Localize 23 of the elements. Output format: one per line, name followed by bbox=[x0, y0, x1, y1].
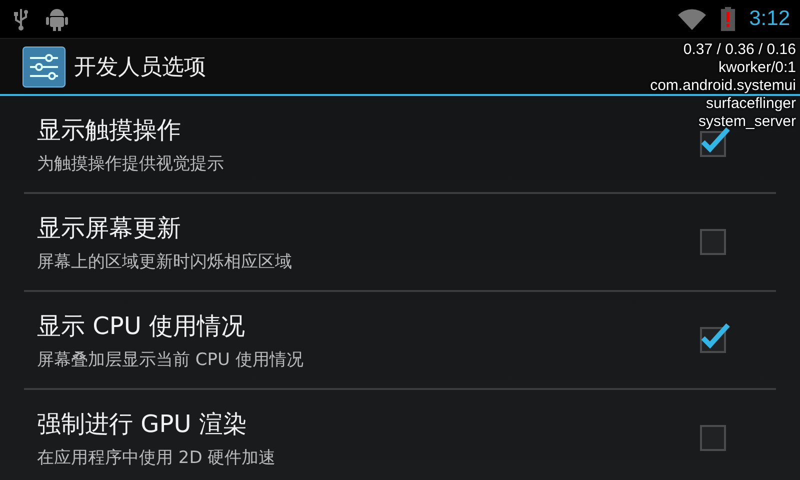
setting-summary: 在应用程序中使用 2D 硬件加速 bbox=[37, 446, 277, 468]
checkbox[interactable] bbox=[700, 425, 726, 451]
wifi-icon bbox=[677, 7, 708, 31]
process-load-text: system_server bbox=[698, 113, 796, 131]
setting-summary: 为触摸操作提供视觉提示 bbox=[37, 152, 225, 174]
setting-summary: 屏幕叠加层显示当前 CPU 使用情况 bbox=[37, 348, 304, 370]
process-load-text: com.android.systemui bbox=[650, 77, 796, 95]
check-icon bbox=[700, 321, 730, 349]
battery-alert-icon bbox=[721, 7, 736, 31]
screen-title: 开发人员选项 bbox=[74, 54, 206, 82]
usb-icon bbox=[12, 7, 30, 31]
process-load-text: kworker/0:1 bbox=[718, 59, 796, 77]
process-load-text: surfaceflinger bbox=[706, 95, 796, 113]
setting-title: 显示 CPU 使用情况 bbox=[37, 310, 246, 342]
settings-icon[interactable] bbox=[22, 46, 66, 88]
setting-summary: 屏幕上的区域更新时闪烁相应区域 bbox=[37, 250, 293, 272]
checkbox[interactable] bbox=[700, 229, 726, 255]
setting-title: 强制进行 GPU 渲染 bbox=[37, 408, 248, 440]
android-icon bbox=[44, 6, 70, 32]
clock: 3:12 bbox=[749, 7, 790, 31]
setting-title: 显示屏幕更新 bbox=[37, 212, 182, 244]
process-load-text: 0.37 / 0.36 / 0.16 bbox=[683, 41, 796, 59]
setting-title: 显示触摸操作 bbox=[37, 114, 182, 146]
